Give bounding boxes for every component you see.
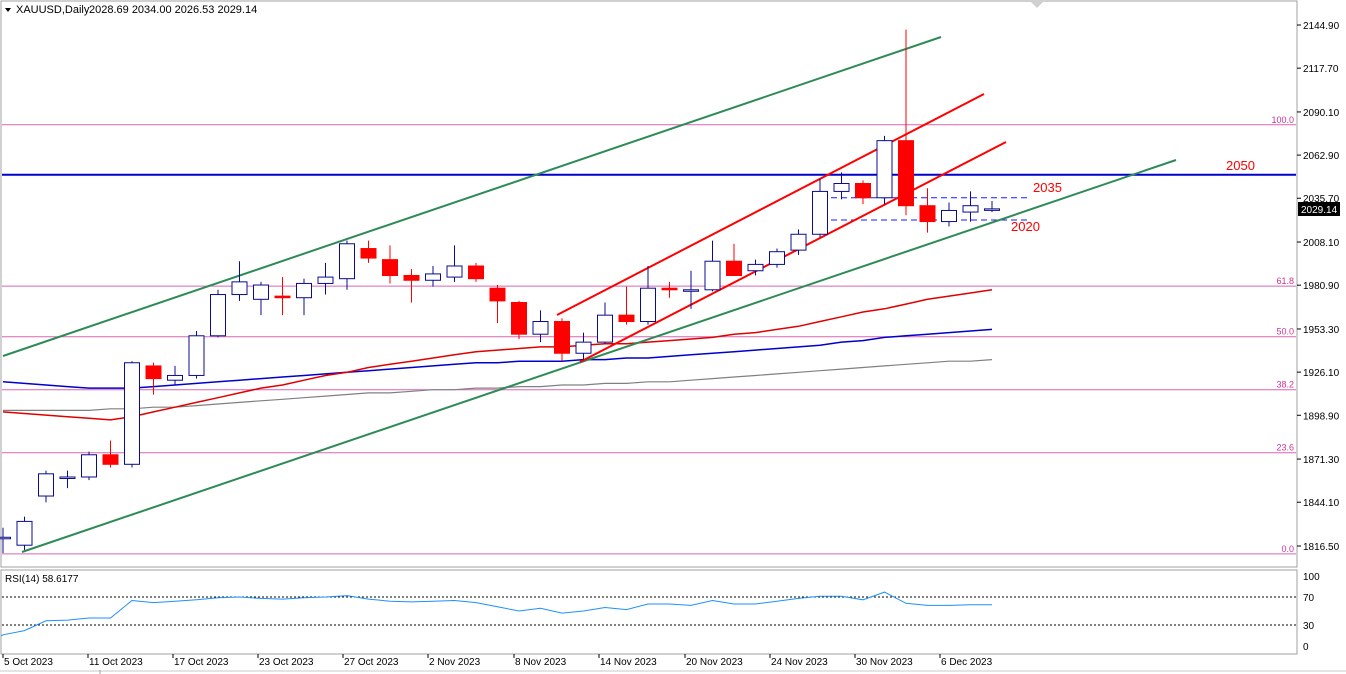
candle-bearish xyxy=(919,205,936,223)
current-price-label: 2029.14 xyxy=(1301,205,1338,216)
candle-bullish xyxy=(425,273,441,281)
time-tick-label: 11 Oct 2023 xyxy=(89,657,143,668)
chart-canvas[interactable]: 100.0 61.8 50.0 38.2 23.6 0.0 2050 2035 2020 21… xyxy=(0,0,1346,674)
candle-bullish xyxy=(16,520,33,546)
price-tick-label: 1980.90 xyxy=(1303,281,1340,292)
candle-bearish xyxy=(661,287,678,291)
candle-bullish xyxy=(984,208,1000,211)
price-axis: 2144.902117.702090.102062.902035.702008.… xyxy=(1297,21,1340,553)
candle-bearish xyxy=(554,321,570,354)
candle-bullish xyxy=(962,205,979,213)
candle-bullish xyxy=(941,209,957,223)
time-tick-label: 20 Nov 2023 xyxy=(686,657,743,668)
candle-bullish xyxy=(317,276,334,284)
time-tick-label: 14 Nov 2023 xyxy=(600,657,657,668)
level-2020-label: 2020 xyxy=(1011,219,1040,234)
candle-bearish xyxy=(618,314,635,323)
candle-bearish xyxy=(898,140,914,207)
candle-bullish xyxy=(640,287,656,323)
candle-bullish xyxy=(704,260,721,291)
time-tick-label: 8 Nov 2023 xyxy=(515,657,567,668)
candle-bearish xyxy=(274,295,291,299)
fib-level-label: 100.0 xyxy=(1271,115,1294,125)
candle-bearish xyxy=(145,365,162,380)
candle-bullish xyxy=(876,140,893,199)
rsi-tick-label: 30 xyxy=(1303,621,1315,632)
time-tick-label: 5 Oct 2023 xyxy=(4,657,53,668)
rsi-tick-label: 0 xyxy=(1303,642,1309,653)
candle-bullish xyxy=(81,454,97,478)
time-tick-label: 24 Nov 2023 xyxy=(771,657,828,668)
candle-bearish xyxy=(382,259,398,277)
candle-bearish xyxy=(468,265,484,280)
fib-level-label: 0.0 xyxy=(1281,544,1294,554)
level-2035-label: 2035 xyxy=(1033,180,1062,195)
price-tick-label: 1844.10 xyxy=(1303,498,1340,509)
rsi-tick-label: 100 xyxy=(1303,572,1320,583)
candle-bullish xyxy=(446,265,463,278)
candle-bearish xyxy=(726,260,742,277)
fib-level-label: 61.8 xyxy=(1276,276,1294,286)
candle-bearish xyxy=(855,182,871,199)
candle-bullish xyxy=(812,190,828,235)
rsi-plot-frame xyxy=(0,569,1298,655)
time-axis: 5 Oct 2023 11 Oct 2023 17 Oct 2023 23 Oct 2… xyxy=(2,654,993,668)
candle-bullish xyxy=(683,289,699,292)
candle-bearish xyxy=(102,454,119,465)
candle-bullish xyxy=(296,282,312,299)
candle-bullish xyxy=(747,263,764,272)
candle-bearish xyxy=(360,248,377,259)
price-tick-label: 2008.10 xyxy=(1303,238,1340,249)
candle-bearish xyxy=(511,301,527,335)
candle-bullish xyxy=(339,243,355,280)
candle-bullish xyxy=(210,294,226,337)
main-plot-frame xyxy=(0,0,1298,568)
candle-bullish xyxy=(769,251,785,265)
candle-bullish xyxy=(575,341,592,354)
price-tick-label: 2062.90 xyxy=(1303,151,1340,162)
candle-bullish xyxy=(167,374,183,381)
candle-bullish xyxy=(124,362,140,465)
candle-bullish xyxy=(0,536,11,540)
candle-bullish xyxy=(253,284,269,300)
candle-bearish xyxy=(403,275,420,281)
price-tick-label: 2090.10 xyxy=(1303,108,1340,119)
time-tick-label: 2 Nov 2023 xyxy=(429,657,481,668)
price-tick-label: 1953.30 xyxy=(1303,325,1340,336)
rsi-label: RSI(14) 58.6177 xyxy=(5,574,79,585)
symbol-label: XAUUSD,Daily xyxy=(16,4,90,16)
candle-bullish xyxy=(597,314,613,343)
candle-bullish xyxy=(188,335,205,376)
price-tick-label: 1816.50 xyxy=(1303,542,1340,553)
time-tick-label: 27 Oct 2023 xyxy=(344,657,399,668)
time-tick-label: 23 Oct 2023 xyxy=(259,657,314,668)
time-tick-label: 6 Dec 2023 xyxy=(941,657,993,668)
candle-bullish xyxy=(59,476,76,479)
price-tick-label: 1898.90 xyxy=(1303,411,1340,422)
candle-bullish xyxy=(38,473,54,497)
price-tick-label: 1926.10 xyxy=(1303,368,1340,379)
candle-bullish xyxy=(231,281,248,296)
level-2050-label: 2050 xyxy=(1226,158,1255,173)
rsi-tick-label: 70 xyxy=(1303,593,1315,604)
fib-level-label: 23.6 xyxy=(1276,443,1294,453)
price-tick-label: 1871.30 xyxy=(1303,455,1340,466)
time-tick-label: 17 Oct 2023 xyxy=(174,657,229,668)
candle-bullish xyxy=(833,182,850,192)
candle-bearish xyxy=(489,287,506,302)
price-tick-label: 2117.70 xyxy=(1303,64,1339,75)
candle-bullish xyxy=(790,233,807,251)
ohlc-values: 2028.69 2034.00 2026.53 2029.14 xyxy=(89,4,257,16)
candle-bullish xyxy=(532,321,549,335)
fib-level-label: 38.2 xyxy=(1276,380,1294,390)
fib-level-label: 50.0 xyxy=(1276,327,1294,337)
price-tick-label: 2144.90 xyxy=(1303,21,1340,32)
time-tick-label: 30 Nov 2023 xyxy=(856,657,913,668)
